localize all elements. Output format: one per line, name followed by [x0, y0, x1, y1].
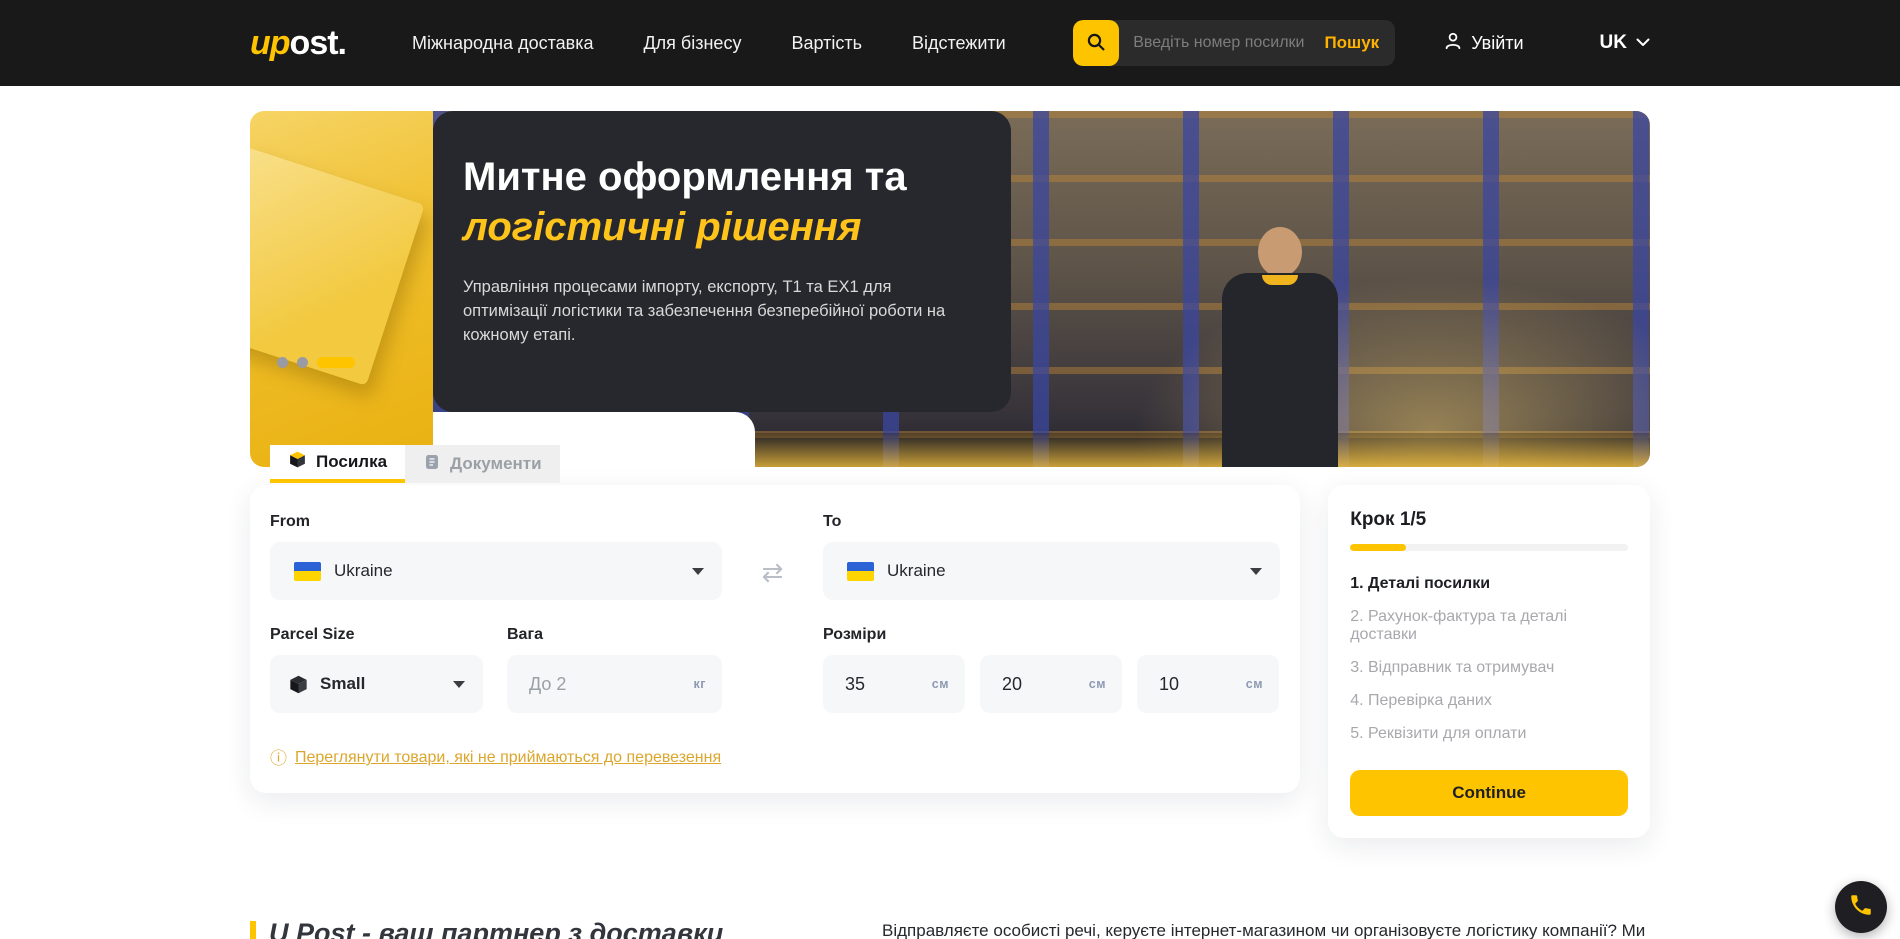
tab-parcel-label: Посилка	[316, 452, 387, 472]
progress-fill	[1350, 544, 1406, 551]
ukraine-flag-icon	[847, 562, 874, 581]
dimension-unit: см	[1089, 677, 1106, 691]
continue-button[interactable]: Continue	[1350, 770, 1628, 816]
step-item-5: 5. Реквізити для оплати	[1350, 725, 1628, 743]
steps-title: Крок 1/5	[1350, 509, 1628, 531]
to-country-select[interactable]: Ukraine	[823, 542, 1280, 600]
carousel-dot-active[interactable]	[317, 357, 355, 368]
checkout-steps-card: Крок 1/5 1. Деталі посилки 2. Рахунок-фа…	[1328, 485, 1650, 838]
parcel-icon	[288, 450, 307, 474]
nav-link-track[interactable]: Відстежити	[912, 33, 1006, 54]
hero-title-line1: Митне оформлення та	[463, 152, 971, 202]
to-label: To	[823, 513, 1280, 531]
step-item-3: 3. Відправник та отримувач	[1350, 659, 1628, 677]
step-item-1: 1. Деталі посилки	[1350, 575, 1628, 593]
phone-chat-button[interactable]	[1835, 881, 1887, 933]
carousel-dot-1[interactable]	[277, 357, 288, 368]
shipment-type-tabs: Посилка Документи	[270, 445, 560, 483]
steps-list: 1. Деталі посилки 2. Рахунок-фактура та …	[1350, 575, 1628, 743]
login-label: Увійти	[1471, 33, 1523, 54]
ukraine-flag-icon	[294, 562, 321, 581]
parcel-size-icon	[288, 674, 309, 695]
documents-icon	[423, 453, 441, 476]
weight-input[interactable]	[529, 674, 686, 695]
dimension-width-box: см	[980, 655, 1122, 713]
hero-description: Управління процесами імпорту, експорту, …	[463, 276, 968, 348]
carousel-dot-2[interactable]	[297, 357, 308, 368]
section-heading: U Post - ваш партнер з доставки	[269, 918, 723, 939]
upost-logo[interactable]: upost.	[250, 24, 346, 63]
heading-accent-bar	[250, 921, 256, 939]
info-icon: ⓘ	[270, 750, 287, 767]
parcel-size-label: Parcel Size	[270, 626, 483, 644]
parcel-form-card: From Ukraine ⇄ To Ukraine	[250, 485, 1300, 793]
dimension-height-input[interactable]	[1159, 674, 1238, 695]
logo-rest: ost.	[290, 24, 346, 62]
logo-accent: up	[250, 24, 290, 62]
user-icon	[1443, 31, 1463, 56]
hero-title-line2: логістичні рішення	[463, 202, 971, 252]
dimension-unit: см	[932, 677, 949, 691]
caret-down-icon	[453, 681, 465, 688]
dimensions-label: Розміри	[823, 626, 1280, 644]
steps-progress-track	[1350, 544, 1628, 551]
search-button[interactable]	[1073, 20, 1119, 66]
tab-documents-label: Документи	[450, 454, 542, 474]
dimension-length-box: см	[823, 655, 965, 713]
from-country-select[interactable]: Ukraine	[270, 542, 722, 600]
phone-icon	[1848, 892, 1874, 923]
parcel-size-value: Small	[320, 674, 365, 694]
top-navbar: upost. Міжнародна доставка Для бізнесу В…	[0, 0, 1900, 86]
carousel-indicators	[277, 357, 355, 368]
language-selector[interactable]: UK	[1600, 32, 1650, 54]
weight-unit: кг	[694, 677, 706, 691]
hero-media: Митне оформлення та логістичні рішення У…	[250, 111, 1650, 467]
search-icon	[1085, 31, 1107, 56]
language-label: UK	[1600, 32, 1627, 54]
dimension-length-input[interactable]	[845, 674, 924, 695]
restricted-items-link[interactable]: Переглянути товари, які не приймаються д…	[295, 749, 721, 767]
tracking-search-bar: Пошук	[1073, 20, 1395, 66]
parcel-size-select[interactable]: Small	[270, 655, 483, 713]
to-country-value: Ukraine	[887, 561, 946, 581]
warehouse-worker-image	[1200, 227, 1350, 467]
weight-label: Вага	[507, 626, 722, 644]
nav-link-international[interactable]: Міжнародна доставка	[412, 33, 593, 54]
nav-links: Міжнародна доставка Для бізнесу Вартість…	[412, 33, 1006, 54]
nav-link-business[interactable]: Для бізнесу	[643, 33, 741, 54]
step-item-2: 2. Рахунок-фактура та деталі доставки	[1350, 608, 1628, 644]
chevron-down-icon	[1636, 34, 1650, 52]
caret-down-icon	[1250, 568, 1262, 575]
dimension-unit: см	[1246, 677, 1263, 691]
step-item-4: 4. Перевірка даних	[1350, 692, 1628, 710]
weight-input-box: кг	[507, 655, 722, 713]
search-submit-button[interactable]: Пошук	[1324, 33, 1395, 53]
tab-documents[interactable]: Документи	[405, 445, 560, 483]
section-description: Відправляєте особисті речі, керуєте інте…	[882, 918, 1650, 939]
hero-banner: Митне оформлення та логістичні рішення У…	[250, 111, 1650, 467]
from-country-value: Ukraine	[334, 561, 393, 581]
caret-down-icon	[692, 568, 704, 575]
from-label: From	[270, 513, 722, 531]
tracking-number-input[interactable]	[1119, 34, 1324, 52]
dimension-width-input[interactable]	[1002, 674, 1081, 695]
tab-parcel[interactable]: Посилка	[270, 445, 405, 483]
hero-envelope-image	[250, 111, 433, 467]
nav-link-pricing[interactable]: Вартість	[791, 33, 862, 54]
login-button[interactable]: Увійти	[1443, 31, 1523, 56]
hero-text-panel: Митне оформлення та логістичні рішення У…	[433, 111, 1011, 412]
swap-countries-button[interactable]: ⇄	[722, 513, 823, 588]
dimension-height-box: см	[1137, 655, 1279, 713]
